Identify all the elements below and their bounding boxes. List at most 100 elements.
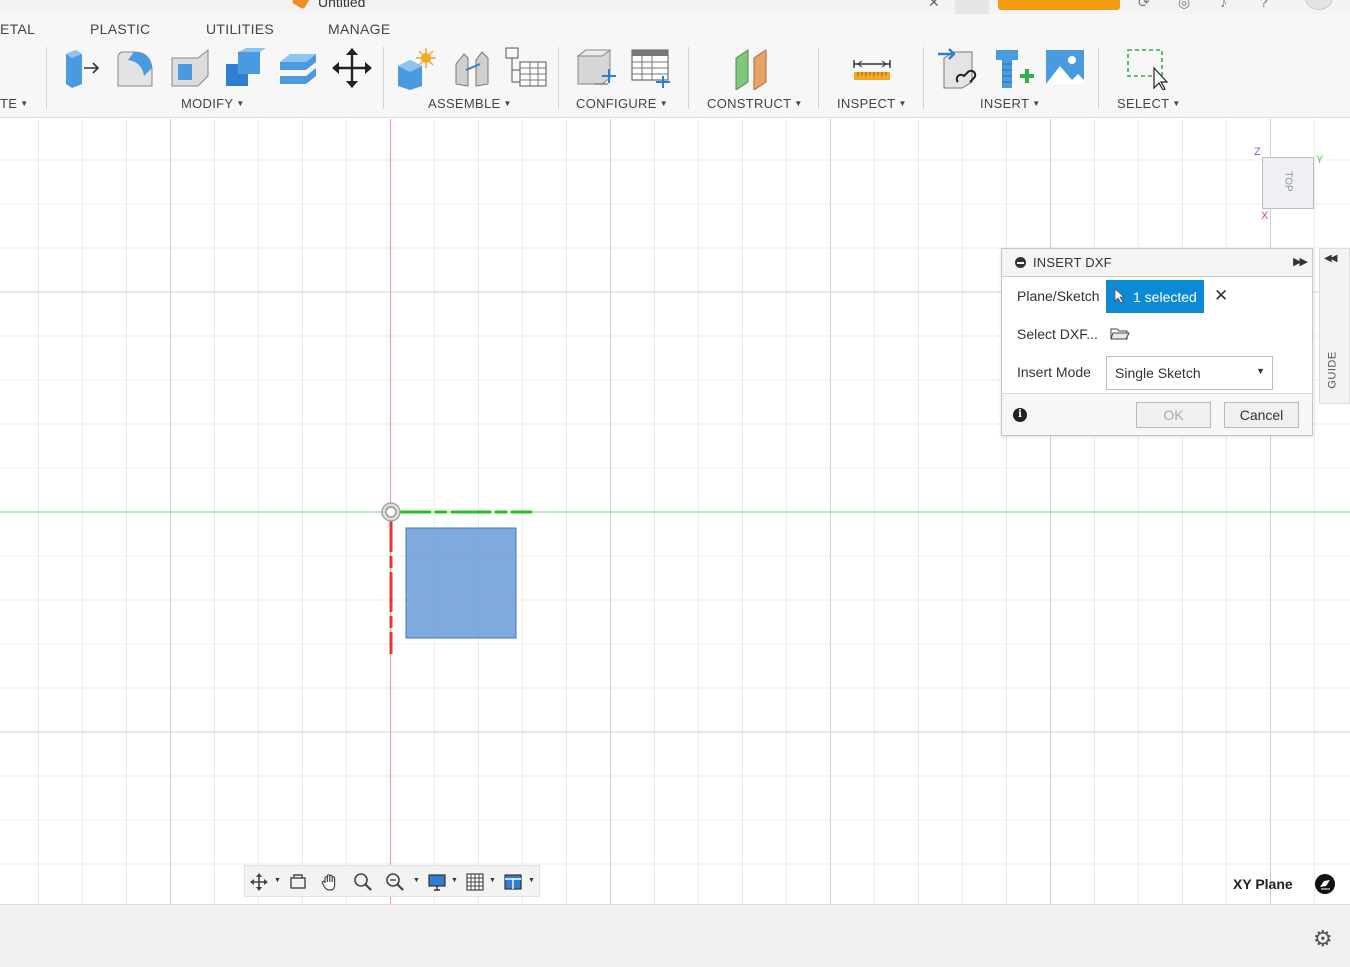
- construct-group-label[interactable]: CONSTRUCT ▼: [707, 96, 803, 111]
- bill-of-materials-icon[interactable]: [504, 46, 548, 90]
- insert-group-label[interactable]: INSERT ▼: [980, 96, 1040, 111]
- clear-selection-icon[interactable]: ✕: [1214, 286, 1228, 306]
- close-tab-icon[interactable]: ✕: [928, 0, 940, 11]
- fusion-window: Untitled ✕ ⟳ ◎ ♪ ? ETAL PLASTIC UTILITIE…: [0, 0, 1350, 967]
- new-component-icon[interactable]: [394, 46, 438, 90]
- toolbar-divider: [1098, 47, 1099, 109]
- guide-label: GUIDE: [1326, 351, 1339, 389]
- toolbar-divider: [558, 47, 559, 109]
- display-dropdown-icon[interactable]: ▼: [451, 877, 458, 884]
- job-status-icon[interactable]: ⟳: [1138, 0, 1156, 10]
- axis-label-z: Z: [1254, 146, 1261, 158]
- selection-count: 1 selected: [1133, 289, 1197, 305]
- axis-label-x: X: [1261, 210, 1269, 222]
- window-select-icon[interactable]: [1124, 46, 1169, 91]
- combine-icon[interactable]: [222, 46, 266, 90]
- origin-point-inner: [385, 506, 397, 518]
- navigation-bar: ▼ ▼ ▼ ▼ ▼: [244, 865, 540, 897]
- insert-mode-value: Single Sketch: [1115, 365, 1201, 381]
- offset-plane-icon[interactable]: [732, 46, 776, 91]
- dialog-footer: i OK Cancel: [1002, 393, 1312, 435]
- grid-settings-icon[interactable]: [465, 872, 485, 892]
- orbit-icon[interactable]: [249, 872, 269, 892]
- active-plane-label: XY Plane: [1233, 876, 1293, 892]
- toolbar-divider: [383, 47, 384, 109]
- view-cube[interactable]: Z Y X TOP: [1254, 146, 1324, 228]
- tab-sheet-metal[interactable]: ETAL: [0, 21, 35, 37]
- select-group-label[interactable]: SELECT ▼: [1117, 96, 1181, 111]
- toolbar-divider: [46, 47, 47, 109]
- gear-icon[interactable]: ⚙: [1313, 926, 1333, 952]
- insert-derive-icon[interactable]: [936, 46, 980, 90]
- joint-icon[interactable]: [450, 46, 494, 90]
- sketch-grid: [0, 119, 1350, 904]
- tab-manage[interactable]: MANAGE: [328, 21, 390, 37]
- insert-mode-dropdown[interactable]: Single Sketch ▼: [1106, 356, 1273, 390]
- ribbon-toolbar: ETAL PLASTIC UTILITIES MANAGE TE ▼ MODIFY…: [0, 14, 1350, 118]
- sketch-profile[interactable]: [405, 527, 517, 639]
- timeline-bar: ⚙: [0, 904, 1350, 967]
- info-icon[interactable]: i: [1013, 408, 1027, 422]
- pan-hand-icon[interactable]: [320, 872, 340, 892]
- move-copy-icon[interactable]: [330, 46, 374, 90]
- grid-dropdown-icon[interactable]: ▼: [489, 877, 496, 884]
- measure-icon[interactable]: [850, 46, 894, 90]
- notification-bell-icon[interactable]: ♪: [1220, 0, 1238, 10]
- create-tool-icon[interactable]: [0, 48, 8, 92]
- zoom-icon[interactable]: [353, 872, 373, 892]
- plane-sketch-selection[interactable]: 1 selected: [1106, 280, 1204, 313]
- canvas-image-icon[interactable]: [1044, 46, 1088, 90]
- offset-face-icon[interactable]: [276, 46, 320, 90]
- dialog-title: INSERT DXF: [1033, 255, 1112, 270]
- cursor-icon: [1114, 288, 1126, 304]
- configuration-table-icon[interactable]: [628, 46, 672, 90]
- expand-dialog-icon[interactable]: ▶▶: [1293, 255, 1308, 268]
- view-cube-face-label: TOP: [1282, 171, 1294, 192]
- help-icon[interactable]: ?: [1260, 0, 1278, 10]
- create-group-label[interactable]: TE ▼: [0, 96, 28, 111]
- chevron-down-icon: ▼: [1256, 366, 1265, 376]
- upgrade-button[interactable]: [998, 0, 1120, 10]
- notifications-icon[interactable]: ◎: [1178, 0, 1196, 10]
- ok-button[interactable]: OK: [1136, 402, 1211, 428]
- guide-panel[interactable]: ◀◀ GUIDE: [1319, 248, 1350, 404]
- toolbar-divider: [818, 47, 819, 109]
- tab-plastic[interactable]: PLASTIC: [90, 21, 150, 37]
- select-dxf-label: Select DXF...: [1017, 326, 1098, 342]
- canvas-viewport[interactable]: [0, 119, 1350, 904]
- display-settings-icon[interactable]: [427, 872, 447, 892]
- title-bar: Untitled ✕ ⟳ ◎ ♪ ?: [0, 0, 1350, 14]
- sketch-plane-icon[interactable]: [1315, 874, 1335, 894]
- zoom-dropdown-icon[interactable]: ▼: [413, 877, 420, 884]
- new-tab-button[interactable]: [955, 0, 989, 14]
- axis-label-y: Y: [1316, 154, 1324, 166]
- tab-utilities[interactable]: UTILITIES: [206, 21, 274, 37]
- toolbar-divider: [688, 47, 689, 109]
- collapse-guide-icon[interactable]: ◀◀: [1324, 253, 1337, 264]
- toolbar-divider: [923, 47, 924, 109]
- insert-mode-label: Insert Mode: [1017, 364, 1091, 380]
- open-folder-icon[interactable]: [1110, 326, 1130, 342]
- press-pull-icon[interactable]: [60, 46, 104, 90]
- viewports-dropdown-icon[interactable]: ▼: [528, 877, 535, 884]
- zoom-window-icon[interactable]: [385, 872, 405, 892]
- orbit-dropdown-icon[interactable]: ▼: [274, 877, 281, 884]
- inspect-group-label[interactable]: INSPECT ▼: [837, 96, 907, 111]
- look-at-icon[interactable]: [288, 872, 308, 892]
- assemble-group-label[interactable]: ASSEMBLE ▼: [428, 96, 512, 111]
- document-title[interactable]: Untitled: [318, 0, 365, 10]
- configure-design-icon[interactable]: [574, 46, 618, 90]
- configure-group-label[interactable]: CONFIGURE ▼: [576, 96, 668, 111]
- profile-avatar[interactable]: [1305, 0, 1333, 10]
- cancel-button[interactable]: Cancel: [1224, 402, 1299, 428]
- viewports-icon[interactable]: [503, 872, 523, 892]
- modify-group-label[interactable]: MODIFY ▼: [181, 96, 245, 111]
- document-icon: [291, 0, 311, 10]
- insert-mcmaster-icon[interactable]: [990, 46, 1034, 90]
- view-cube-top-face[interactable]: TOP: [1262, 157, 1314, 209]
- shell-icon[interactable]: [168, 46, 212, 90]
- plane-sketch-label: Plane/Sketch: [1017, 288, 1100, 304]
- insert-dxf-dialog: INSERT DXF ▶▶ Plane/Sketch 1 selected ✕ …: [1001, 248, 1313, 436]
- fillet-icon[interactable]: [114, 46, 158, 90]
- collapse-icon[interactable]: [1015, 257, 1026, 268]
